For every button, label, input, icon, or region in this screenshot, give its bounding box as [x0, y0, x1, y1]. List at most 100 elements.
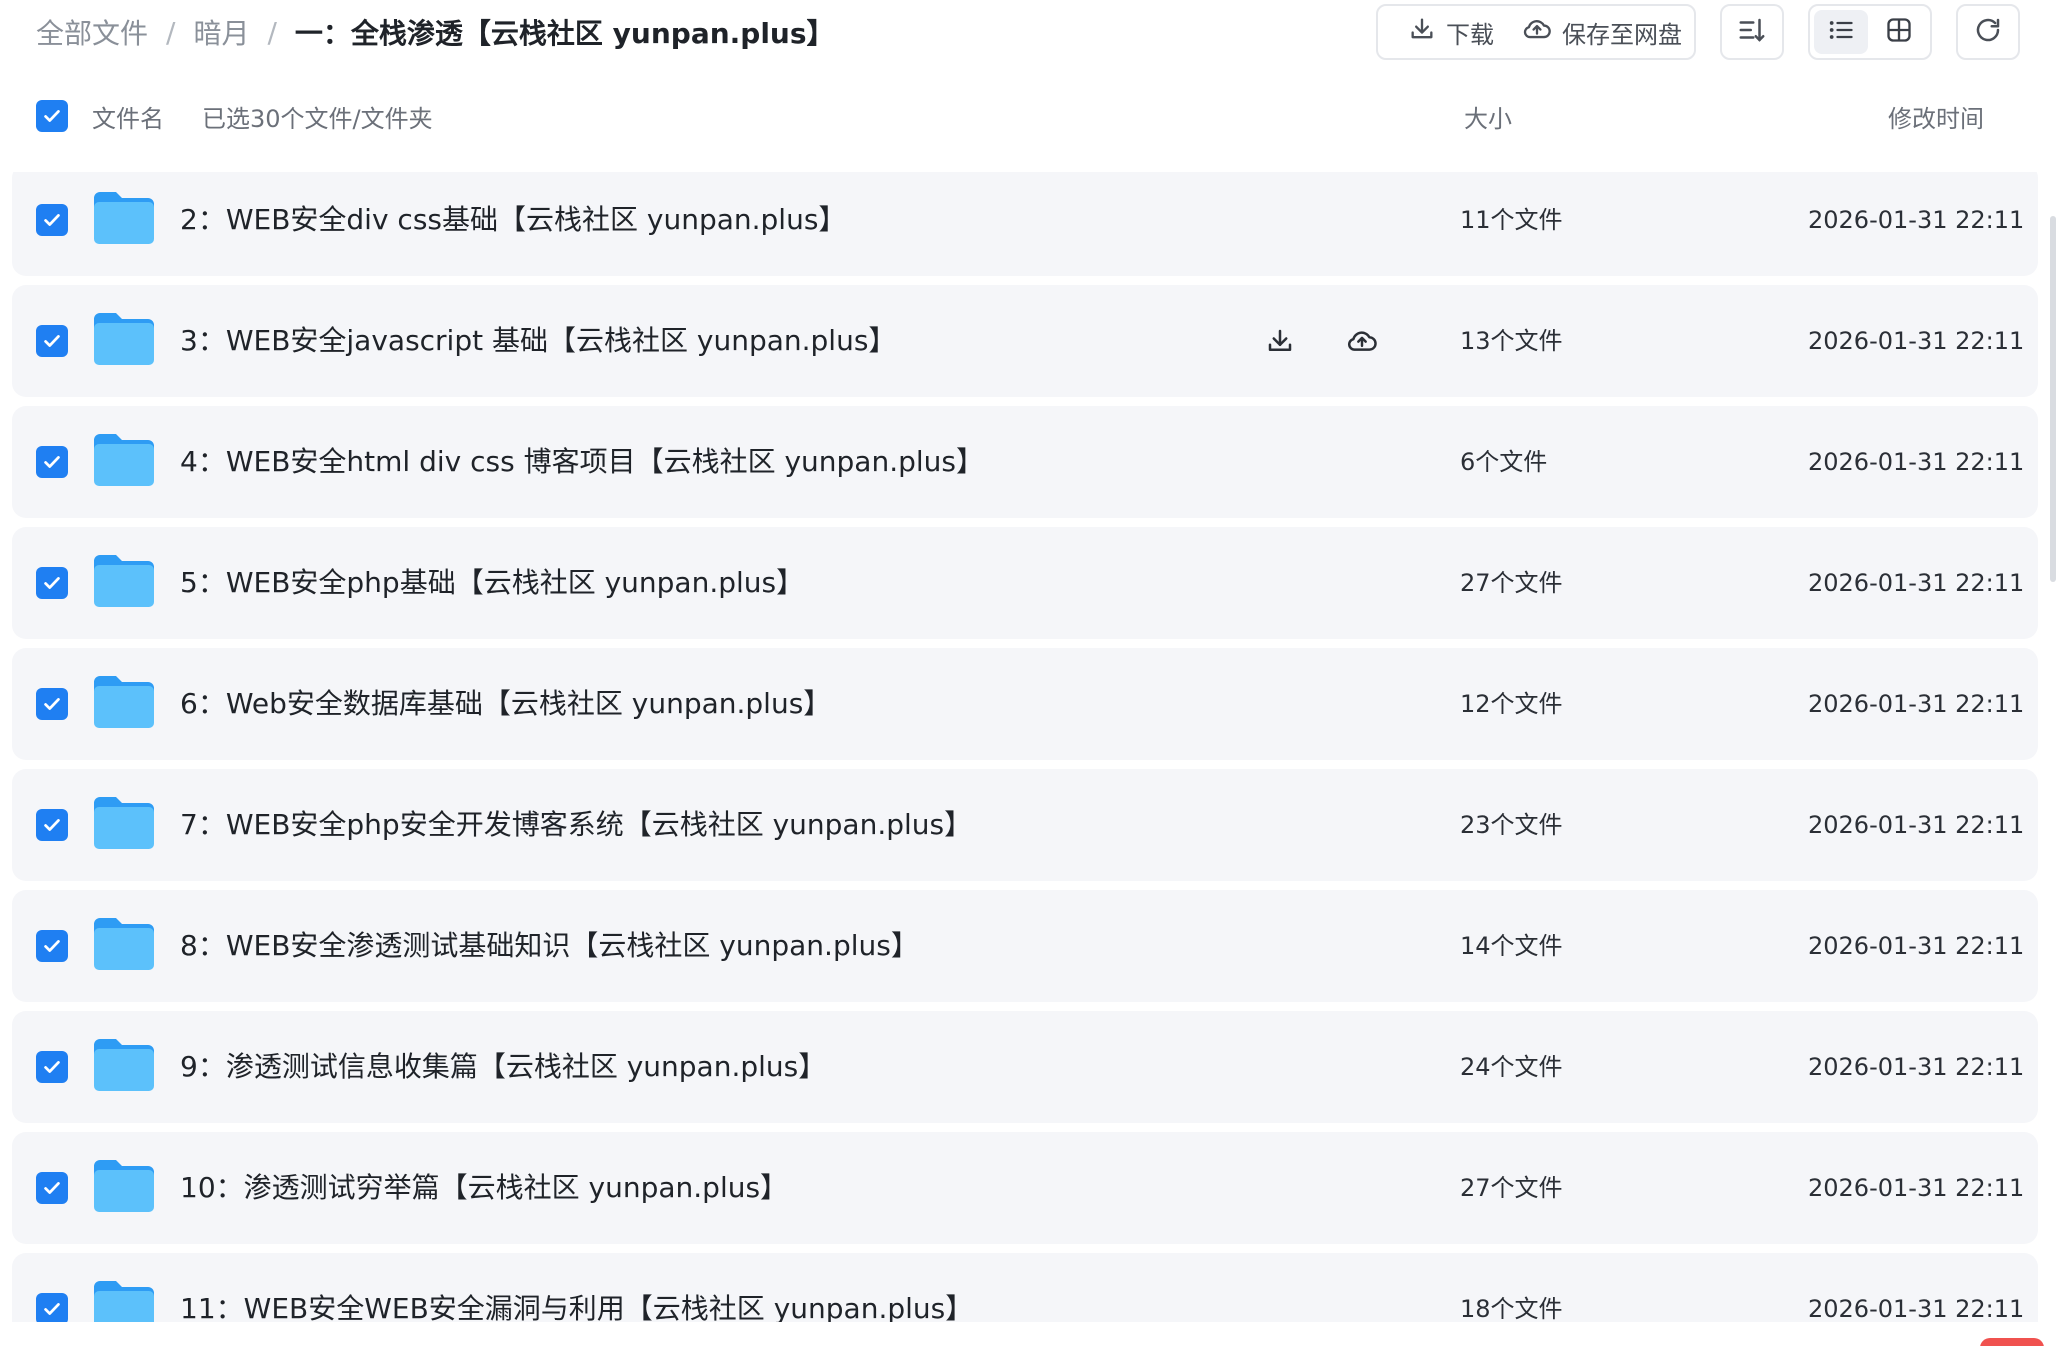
breadcrumb-item-all-files[interactable]: 全部文件 [36, 12, 148, 52]
row-checkbox[interactable] [36, 688, 68, 720]
cloud-upload-icon [1348, 331, 1377, 351]
sort-icon [1737, 15, 1767, 49]
row-checkbox[interactable] [36, 1172, 68, 1204]
list-item[interactable]: 2：WEB安全div css基础【云栈社区 yunpan.plus】 11个文件… [12, 172, 2038, 276]
download-button[interactable]: 下载 [1394, 6, 1508, 58]
save-to-drive-label: 保存至网盘 [1562, 20, 1682, 49]
file-name[interactable]: 10：渗透测试穷举篇【云栈社区 yunpan.plus】 [180, 1132, 788, 1244]
row-checkbox[interactable] [36, 204, 68, 236]
list-item[interactable]: 7：WEB安全php安全开发博客系统【云栈社区 yunpan.plus】 23个… [12, 769, 2038, 881]
column-header-modified[interactable]: 修改时间 [1888, 99, 1984, 134]
list-item[interactable]: 10：渗透测试穷举篇【云栈社区 yunpan.plus】 27个文件 2026-… [12, 1132, 2038, 1244]
row-save-button[interactable] [1340, 319, 1384, 363]
grid-view-button[interactable] [1872, 10, 1926, 54]
file-modified-time: 2026-01-31 22:11 [1808, 1053, 2025, 1081]
list-item[interactable]: 8：WEB安全渗透测试基础知识【云栈社区 yunpan.plus】 14个文件 … [12, 890, 2038, 1002]
folder-icon [92, 553, 156, 609]
file-size: 27个文件 [1460, 1174, 1563, 1202]
list-item[interactable]: 11：WEB安全WEB安全漏洞与利用【云栈社区 yunpan.plus】 18个… [12, 1253, 2038, 1322]
row-checkbox[interactable] [36, 809, 68, 841]
column-header-size[interactable]: 大小 [1464, 99, 1512, 134]
file-size: 23个文件 [1460, 811, 1563, 839]
checkmark-icon [44, 335, 60, 347]
sort-button[interactable] [1720, 4, 1784, 60]
row-checkbox[interactable] [36, 446, 68, 478]
file-modified-time: 2026-01-31 22:11 [1808, 932, 2025, 960]
file-name[interactable]: 7：WEB安全php安全开发博客系统【云栈社区 yunpan.plus】 [180, 769, 972, 881]
folder-icon [92, 795, 156, 851]
checkmark-icon [44, 819, 60, 831]
file-size: 18个文件 [1460, 1295, 1563, 1322]
row-checkbox[interactable] [36, 930, 68, 962]
file-list: 2：WEB安全div css基础【云栈社区 yunpan.plus】 11个文件… [12, 172, 2038, 1322]
row-checkbox[interactable] [36, 1051, 68, 1083]
file-size: 6个文件 [1460, 448, 1548, 476]
scrollbar[interactable] [2050, 216, 2056, 582]
list-view-icon [1827, 16, 1855, 48]
breadcrumb-item-anyue[interactable]: 暗月 [193, 12, 249, 52]
file-modified-time: 2026-01-31 22:11 [1808, 206, 2025, 234]
checkmark-icon [44, 577, 60, 589]
column-header-name[interactable]: 文件名 [92, 99, 164, 134]
row-actions [1258, 319, 1384, 363]
breadcrumb-separator: / [267, 15, 277, 49]
download-icon [1408, 15, 1436, 49]
folder-icon [92, 916, 156, 972]
file-size: 11个文件 [1460, 206, 1563, 234]
breadcrumb-separator: / [166, 15, 176, 49]
download-icon [1268, 329, 1292, 351]
file-name[interactable]: 5：WEB安全php基础【云栈社区 yunpan.plus】 [180, 527, 804, 639]
checkmark-icon [44, 1061, 60, 1073]
checkmark-icon [44, 1182, 60, 1194]
list-view-button[interactable] [1814, 10, 1868, 54]
file-list-header: 文件名 已选30个文件/文件夹 大小 修改时间 [0, 88, 2062, 144]
folder-icon [92, 674, 156, 730]
file-size: 14个文件 [1460, 932, 1563, 960]
folder-icon [92, 1037, 156, 1093]
row-checkbox[interactable] [36, 325, 68, 357]
file-name[interactable]: 8：WEB安全渗透测试基础知识【云栈社区 yunpan.plus】 [180, 890, 919, 1002]
file-browser: 全部文件 / 暗月 / 一：全栈渗透【云栈社区 yunpan.plus】 下载 … [0, 0, 2062, 1346]
folder-icon [92, 1279, 156, 1322]
download-button-label: 下载 [1446, 20, 1494, 49]
checkmark-icon [44, 698, 60, 710]
folder-icon [92, 311, 156, 367]
file-name[interactable]: 4：WEB安全html div css 博客项目【云栈社区 yunpan.plu… [180, 406, 984, 518]
file-modified-time: 2026-01-31 22:11 [1808, 1174, 2025, 1202]
file-name[interactable]: 9：渗透测试信息收集篇【云栈社区 yunpan.plus】 [180, 1011, 826, 1123]
list-item[interactable]: 5：WEB安全php基础【云栈社区 yunpan.plus】 27个文件 202… [12, 527, 2038, 639]
select-all-checkbox[interactable] [36, 100, 68, 132]
folder-icon [92, 190, 156, 246]
checkmark-icon [44, 940, 60, 952]
list-item[interactable]: 3：WEB安全javascript 基础【云栈社区 yunpan.plus】 1… [12, 285, 2038, 397]
file-size: 13个文件 [1460, 327, 1563, 355]
breadcrumb: 全部文件 / 暗月 / 一：全栈渗透【云栈社区 yunpan.plus】 [36, 10, 835, 54]
file-name[interactable]: 6：Web安全数据库基础【云栈社区 yunpan.plus】 [180, 648, 831, 760]
file-modified-time: 2026-01-31 22:11 [1808, 690, 2025, 718]
file-size: 12个文件 [1460, 690, 1563, 718]
cloud-upload-icon [1522, 15, 1552, 49]
floating-badge[interactable] [1980, 1338, 2044, 1346]
action-button-group: 下载 保存至网盘 [1376, 4, 1696, 60]
row-download-button[interactable] [1258, 319, 1302, 363]
file-name[interactable]: 11：WEB安全WEB安全漏洞与利用【云栈社区 yunpan.plus】 [180, 1253, 973, 1322]
save-to-drive-button[interactable]: 保存至网盘 [1508, 6, 1696, 58]
list-item[interactable]: 4：WEB安全html div css 博客项目【云栈社区 yunpan.plu… [12, 406, 2038, 518]
list-item[interactable]: 6：Web安全数据库基础【云栈社区 yunpan.plus】 12个文件 202… [12, 648, 2038, 760]
row-checkbox[interactable] [36, 1293, 68, 1322]
file-name[interactable]: 2：WEB安全div css基础【云栈社区 yunpan.plus】 [180, 172, 846, 276]
refresh-icon [1973, 15, 2003, 49]
checkmark-icon [44, 456, 60, 468]
refresh-button[interactable] [1956, 4, 2020, 60]
file-modified-time: 2026-01-31 22:11 [1808, 1295, 2025, 1322]
list-item[interactable]: 9：渗透测试信息收集篇【云栈社区 yunpan.plus】 24个文件 2026… [12, 1011, 2038, 1123]
file-size: 27个文件 [1460, 569, 1563, 597]
file-name[interactable]: 3：WEB安全javascript 基础【云栈社区 yunpan.plus】 [180, 285, 896, 397]
row-checkbox[interactable] [36, 567, 68, 599]
checkmark-icon [44, 110, 60, 122]
folder-icon [92, 432, 156, 488]
file-modified-time: 2026-01-31 22:11 [1808, 327, 2025, 355]
view-toggle [1808, 4, 1932, 60]
breadcrumb-current: 一：全栈渗透【云栈社区 yunpan.plus】 [294, 17, 835, 50]
file-modified-time: 2026-01-31 22:11 [1808, 448, 2025, 476]
